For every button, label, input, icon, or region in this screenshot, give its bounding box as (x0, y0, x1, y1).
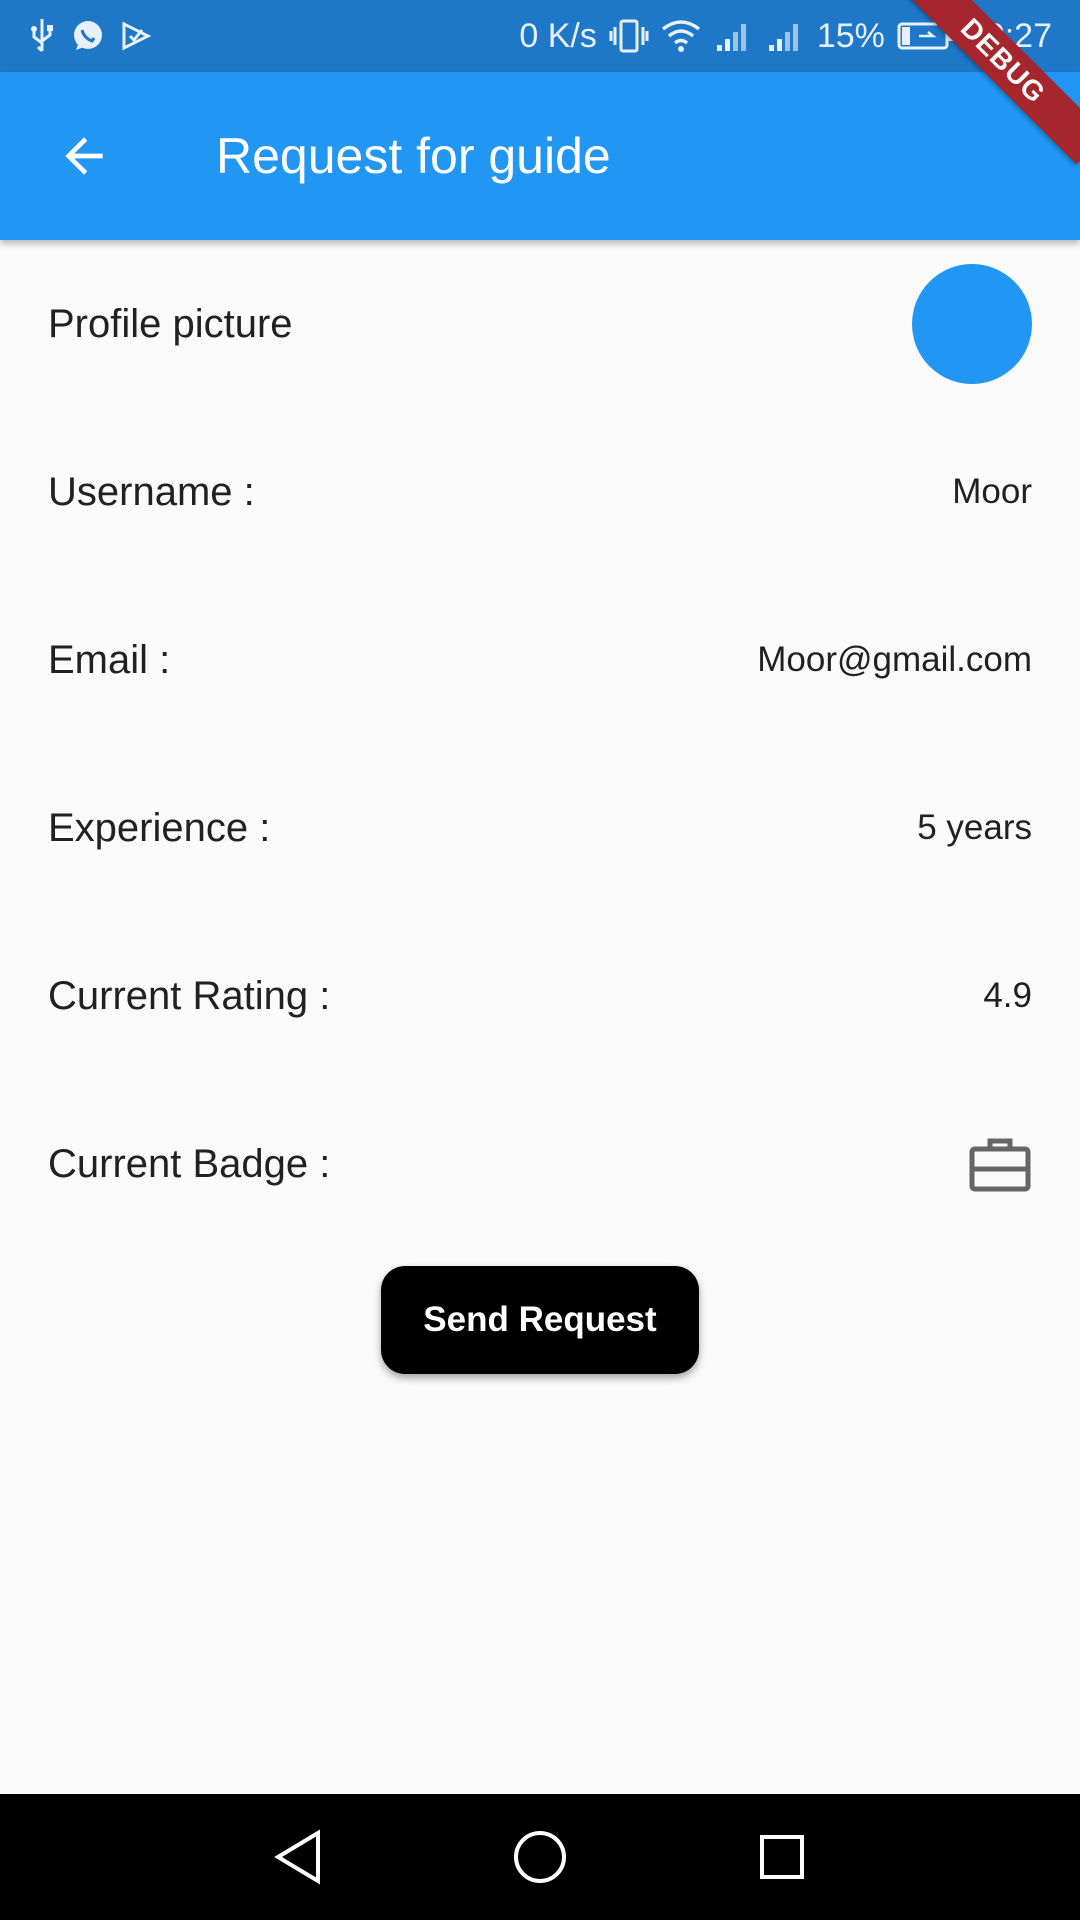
wifi-icon (661, 19, 701, 53)
status-bar: 0 K/s 15% 00:27 (0, 0, 1080, 72)
experience-row: Experience : 5 years (48, 778, 1032, 878)
signal-icon (765, 19, 805, 53)
page-title: Request for guide (216, 128, 611, 184)
rating-label: Current Rating : (48, 973, 331, 1018)
experience-label: Experience : (48, 805, 271, 850)
screen: 0 K/s 15% 00:27 Request for guide DEBUG … (0, 0, 1080, 1920)
signal-icon (713, 19, 753, 53)
app-bar: Request for guide (0, 72, 1080, 240)
play-store-icon (120, 20, 152, 52)
email-value: Moor@gmail.com (757, 640, 1032, 679)
badge-label: Current Badge : (48, 1141, 331, 1186)
username-value: Moor (952, 472, 1032, 511)
arrow-back-icon (65, 137, 103, 175)
experience-value: 5 years (917, 808, 1032, 847)
back-button[interactable] (0, 72, 168, 240)
navigation-bar (0, 1794, 1080, 1920)
profile-picture-label: Profile picture (48, 301, 293, 346)
badge-row: Current Badge : (48, 1114, 1032, 1214)
username-label: Username : (48, 469, 255, 514)
briefcase-icon (968, 1135, 1032, 1193)
nav-recents-icon[interactable] (734, 1809, 830, 1905)
email-label: Email : (48, 637, 171, 682)
rating-row: Current Rating : 4.9 (48, 946, 1032, 1046)
nav-home-icon[interactable] (492, 1809, 588, 1905)
email-row: Email : Moor@gmail.com (48, 610, 1032, 710)
usb-icon (28, 17, 56, 55)
nav-back-icon[interactable] (250, 1809, 346, 1905)
avatar[interactable] (912, 264, 1032, 384)
send-request-button[interactable]: Send Request (381, 1266, 699, 1374)
profile-picture-row: Profile picture (48, 264, 1032, 384)
network-speed: 0 K/s (519, 16, 597, 55)
battery-percent: 15% (816, 16, 885, 55)
rating-value: 4.9 (983, 976, 1032, 1015)
vibrate-icon (609, 17, 649, 55)
username-row: Username : Moor (48, 442, 1032, 542)
whatsapp-icon (70, 18, 106, 54)
